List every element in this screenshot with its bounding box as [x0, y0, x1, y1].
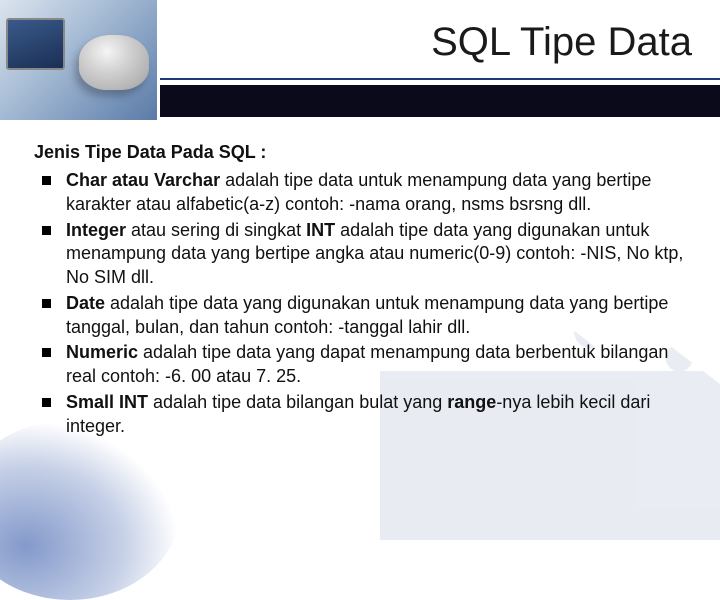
header-dark-bar [160, 85, 720, 117]
list-item: Numeric adalah tipe data yang dapat mena… [56, 341, 686, 389]
slide-content: Jenis Tipe Data Pada SQL : Char atau Var… [0, 120, 720, 438]
content-subtitle: Jenis Tipe Data Pada SQL : [34, 142, 686, 163]
list-item: Date adalah tipe data yang digunakan unt… [56, 292, 686, 340]
list-item-lead: Numeric [66, 342, 138, 362]
list-item-lead: Char atau Varchar [66, 170, 220, 190]
slide-title: SQL Tipe Data [431, 20, 692, 65]
bullet-list: Char atau Varchar adalah tipe data untuk… [34, 169, 686, 438]
corner-decoration [0, 420, 180, 600]
title-area: SQL Tipe Data [160, 0, 720, 85]
list-item-text: atau sering di singkat [126, 220, 306, 240]
list-item-text: adalah tipe data bilangan bulat yang [148, 392, 447, 412]
list-item-text: adalah tipe data yang dapat menampung da… [66, 342, 668, 386]
slide-header: SQL Tipe Data [0, 0, 720, 120]
list-item-lead: Integer [66, 220, 126, 240]
list-item-lead: Small INT [66, 392, 148, 412]
list-item: Char atau Varchar adalah tipe data untuk… [56, 169, 686, 217]
list-item-bold: range [447, 392, 496, 412]
list-item: Small INT adalah tipe data bilangan bula… [56, 391, 686, 439]
list-item-text: adalah tipe data yang digunakan untuk me… [66, 293, 668, 337]
list-item: Integer atau sering di singkat INT adala… [56, 219, 686, 290]
list-item-lead: Date [66, 293, 105, 313]
header-image-strip [0, 0, 160, 120]
list-item-bold: INT [306, 220, 335, 240]
